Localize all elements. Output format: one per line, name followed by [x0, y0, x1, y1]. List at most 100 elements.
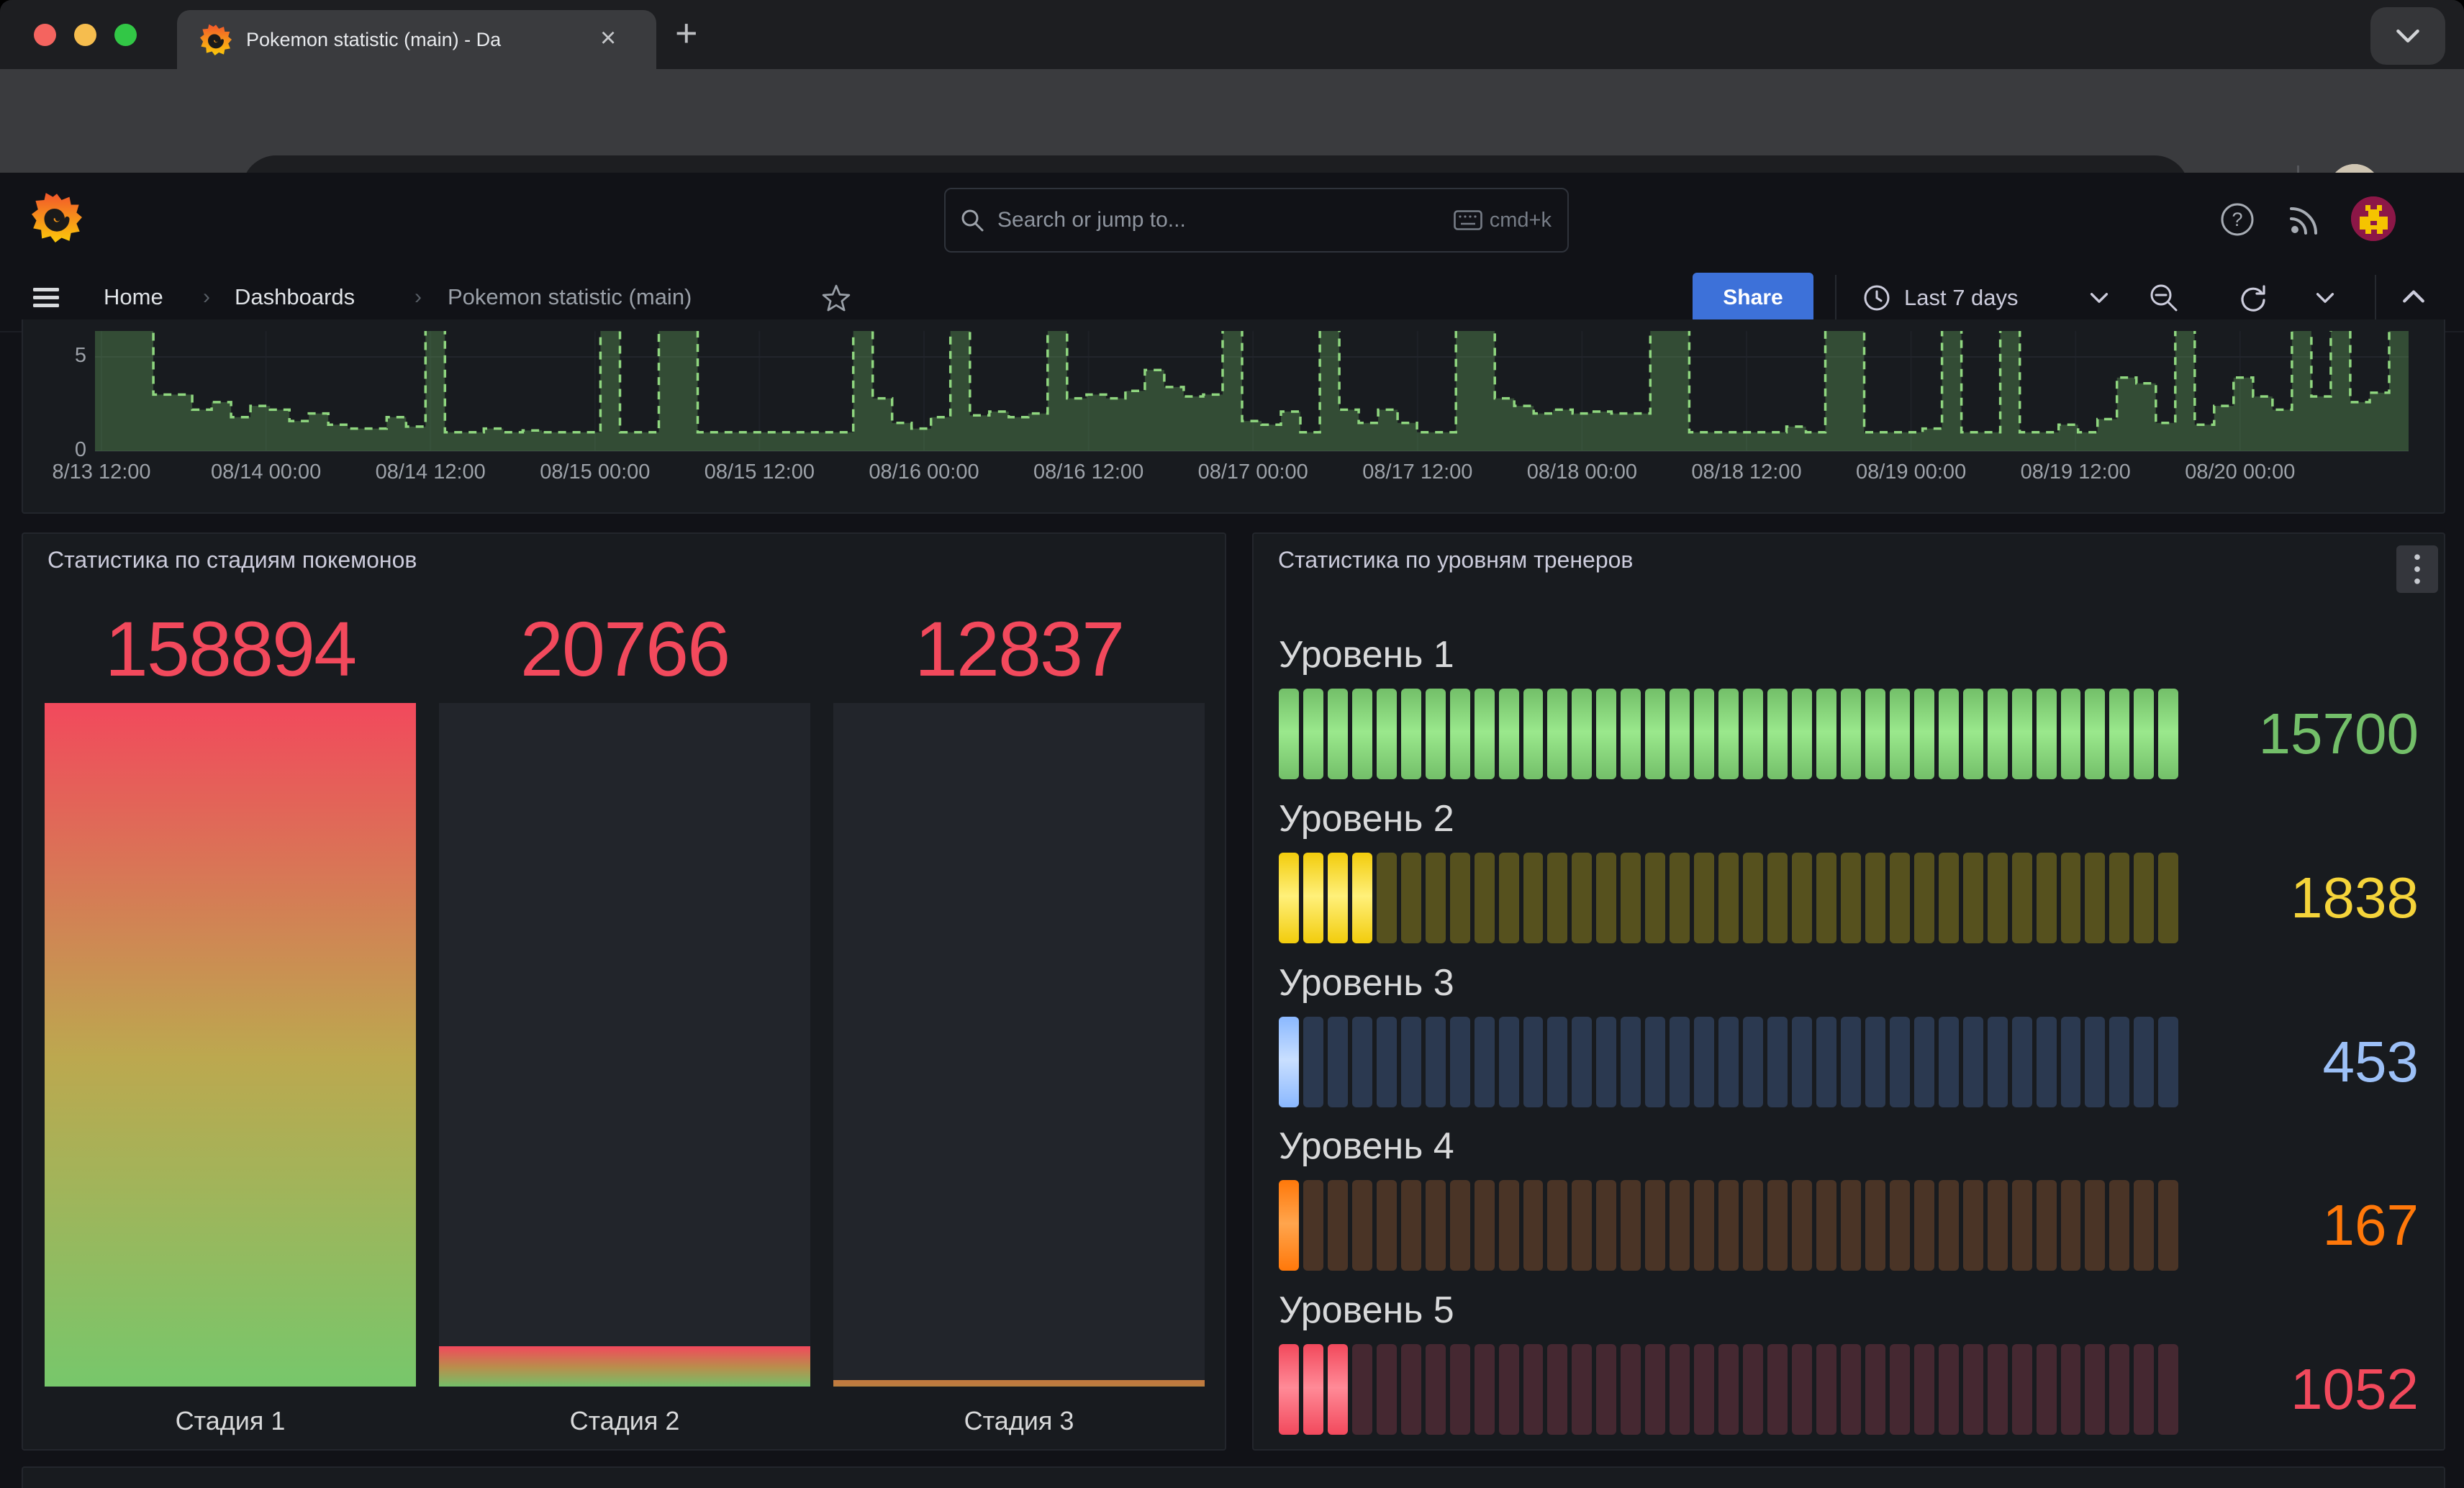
tab-search-button[interactable] [2370, 7, 2445, 65]
tab-close-icon[interactable]: × [600, 10, 616, 69]
gauge-segment [1988, 1180, 2008, 1271]
gauge-segment [1596, 1344, 1616, 1435]
gauge-segment [1596, 1017, 1616, 1107]
gauge-segment [1426, 853, 1446, 943]
gauge-segment [1841, 689, 1861, 779]
panel-menu-button[interactable] [2396, 545, 2438, 593]
gauge-segment [1352, 689, 1372, 779]
gauge-segment [1352, 853, 1372, 943]
gauge-segment [1401, 1180, 1421, 1271]
gauge-segment [2134, 1017, 2154, 1107]
gauge-segment [1401, 853, 1421, 943]
gauge-segment [2012, 853, 2032, 943]
gauge-segment [1426, 1180, 1446, 1271]
gauge-segment [2085, 689, 2105, 779]
gauge-segment [2109, 689, 2129, 779]
traffic-light-minimize[interactable] [74, 24, 96, 46]
collapse-chevron-icon[interactable] [2402, 289, 2425, 304]
traffic-light-zoom[interactable] [114, 24, 137, 46]
favorite-star-icon[interactable] [822, 283, 851, 312]
grafana-logo[interactable] [32, 190, 82, 245]
trainer-level-value: 15700 [2259, 689, 2419, 779]
gauge-segment [1841, 1180, 1861, 1271]
gauge-segment [1816, 1344, 1836, 1435]
gauge-segment [2037, 1180, 2057, 1271]
stage-column: 20766Стадия 2 [439, 534, 810, 1449]
refresh-caret-icon[interactable] [2316, 292, 2334, 304]
stage-value: 12837 [833, 610, 1205, 688]
trainer-level-value: 1052 [2291, 1344, 2419, 1435]
trainers-panel-title[interactable]: Статистика по уровням тренеров [1278, 547, 1633, 573]
gauge-segment [1499, 1344, 1519, 1435]
help-icon[interactable]: ? [2219, 201, 2255, 237]
time-range-caret-icon[interactable] [2090, 292, 2109, 304]
gauge-segment [1718, 1017, 1739, 1107]
trainer-level-gauge [1279, 853, 2178, 943]
gauge-segment [1645, 853, 1665, 943]
new-tab-button[interactable]: + [675, 0, 698, 69]
share-button[interactable]: Share [1693, 273, 1813, 323]
gauge-segment [1279, 1344, 1299, 1435]
search-input[interactable]: Search or jump to... cmd+k [944, 188, 1569, 253]
gauge-segment [2037, 1017, 2057, 1107]
trainer-level-label: Уровень 3 [1279, 961, 2419, 1004]
gauge-segment [1670, 689, 1690, 779]
x-tick-label: 08/17 12:00 [1362, 461, 1472, 484]
mega-menu-icon[interactable] [32, 283, 60, 312]
gauge-segment [1401, 1017, 1421, 1107]
toolbar-divider [2375, 275, 2376, 321]
gauge-segment [2134, 1180, 2154, 1271]
stage-bar-track [45, 703, 416, 1387]
browser-tab[interactable]: Pokemon statistic (main) - Da × [177, 10, 656, 69]
trainer-level-gauge [1279, 689, 2178, 779]
browser-tab-strip: Pokemon statistic (main) - Da × + [0, 0, 2464, 69]
gauge-segment [2085, 1180, 2105, 1271]
gauge-segment [2158, 853, 2178, 943]
gauge-segment [1303, 1344, 1323, 1435]
tab-title: Pokemon statistic (main) - Da [246, 10, 584, 69]
trainer-row: Уровень 3453 [1279, 961, 2419, 1108]
news-rss-icon[interactable] [2287, 201, 2323, 237]
zoom-out-icon[interactable] [2148, 282, 2180, 314]
gauge-segment [1792, 853, 1812, 943]
gauge-segment [1572, 1344, 1592, 1435]
gauge-segment [1475, 1180, 1495, 1271]
gauge-segment [1499, 689, 1519, 779]
kebab-icon [2412, 552, 2422, 586]
gauge-segment [1963, 853, 1983, 943]
gauge-segment [1547, 1180, 1567, 1271]
x-tick-label: 08/19 12:00 [2021, 461, 2131, 484]
x-tick-label: 08/15 12:00 [705, 461, 815, 484]
gauge-segment [1426, 1344, 1446, 1435]
gauge-segment [1475, 1017, 1495, 1107]
gauge-segment [1450, 1017, 1470, 1107]
gauge-segment [1718, 1180, 1739, 1271]
refresh-icon[interactable] [2237, 282, 2268, 314]
gauge-segment [2012, 689, 2032, 779]
clock-icon[interactable] [1862, 283, 1891, 312]
gauge-segment [1328, 1180, 1348, 1271]
timeseries-panel: 05 8/13 12:0008/14 00:0008/14 12:0008/15… [22, 319, 2445, 514]
gauge-segment [1523, 689, 1544, 779]
browser-address-bar: https://grafana.pokemonbattle.ru/d/b370e… [0, 69, 2464, 173]
x-tick-label: 08/14 00:00 [211, 461, 321, 484]
gauge-segment [1475, 1344, 1495, 1435]
trainer-level-label: Уровень 4 [1279, 1125, 2419, 1168]
timeseries-chart[interactable] [95, 331, 2409, 461]
trainer-row: Уровень 21838 [1279, 797, 2419, 944]
gauge-segment [1670, 1017, 1690, 1107]
gauge-segment [1865, 853, 1885, 943]
x-tick-label: 08/16 00:00 [869, 461, 979, 484]
gauge-segment [1426, 1017, 1446, 1107]
gauge-segment [1816, 689, 1836, 779]
gauge-segment [1547, 1017, 1567, 1107]
trainer-level-value: 1838 [2291, 853, 2419, 943]
traffic-light-close[interactable] [34, 24, 56, 46]
grafana-user-avatar[interactable] [2351, 196, 2396, 241]
gauge-segment [1718, 853, 1739, 943]
gauge-segment [1743, 1344, 1763, 1435]
stage-bar-fill [45, 703, 416, 1387]
trainer-row: Уровень 51052 [1279, 1289, 2419, 1435]
gauge-segment [1914, 689, 1934, 779]
gauge-segment [2037, 853, 2057, 943]
